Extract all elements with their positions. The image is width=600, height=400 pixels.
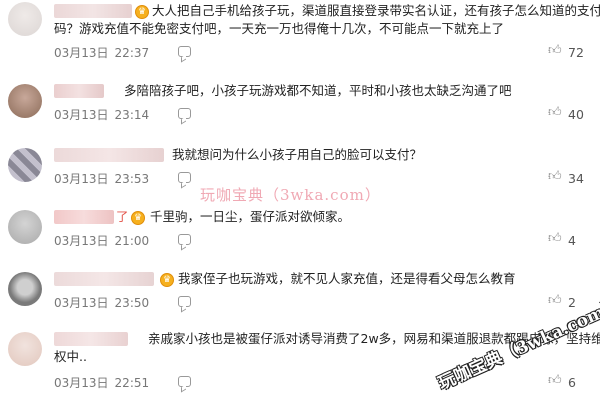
avatar[interactable]: [8, 332, 42, 366]
reply-icon[interactable]: [178, 376, 191, 387]
reply-icon[interactable]: [178, 296, 191, 307]
comment-date: 03月13日 23:53: [54, 172, 150, 186]
like-count: 4: [568, 233, 576, 248]
avatar[interactable]: [8, 272, 42, 306]
comment-feed: ♛ 大人把自己手机给孩子玩，渠道服直接登录带实名认证，还有孩子怎么知道的支付密 …: [0, 0, 600, 400]
reply-icon[interactable]: [178, 234, 191, 245]
comment-date: 03月13日 23:50: [54, 296, 150, 310]
comment-date: 03月13日 22:51: [54, 376, 150, 390]
username-blurred[interactable]: [54, 210, 114, 224]
comment-date: 03月13日 22:37: [54, 46, 150, 60]
crown-icon: ♛: [135, 5, 149, 19]
comment-text: 千里驹，一日尘，蛋仔派对欲倾家。: [150, 209, 351, 224]
reply-icon[interactable]: [178, 46, 191, 57]
comment-text-continued: 码？游戏充值不能免密支付吧，一天充一万也得俺十几次，不可能点一下就充上了: [54, 21, 505, 36]
avatar[interactable]: [8, 148, 42, 182]
like-count: 72: [568, 45, 584, 60]
username-blurred[interactable]: [54, 148, 164, 162]
thumbs-up-icon[interactable]: 👍︎: [548, 105, 562, 120]
thumbs-up-icon[interactable]: 👍︎: [548, 231, 562, 246]
avatar[interactable]: [8, 2, 42, 36]
comment-text: 多陪陪孩子吧，小孩子玩游戏都不知道，平时和小孩也太缺乏沟通了吧: [124, 83, 512, 98]
comment-text: 大人把自己手机给孩子玩，渠道服直接登录带实名认证，还有孩子怎么知道的支付密: [152, 3, 600, 18]
avatar[interactable]: [8, 84, 42, 118]
thumbs-up-icon[interactable]: 👍︎: [548, 373, 562, 388]
like-count: 40: [568, 107, 584, 122]
thumbs-up-icon[interactable]: 👍︎: [548, 169, 562, 184]
comment-text: 我家侄子也玩游戏，就不见人家充值，还是得看父母怎么教育: [178, 271, 516, 286]
comment-text-continued: 权中..: [54, 349, 87, 364]
like-count: 34: [568, 171, 584, 186]
username-blurred[interactable]: [54, 4, 132, 18]
username-blurred[interactable]: [54, 84, 104, 98]
avatar[interactable]: [8, 210, 42, 244]
reply-icon[interactable]: [178, 108, 191, 119]
comment-date: 03月13日 21:00: [54, 234, 150, 248]
thumbs-up-icon[interactable]: 👍︎: [548, 293, 562, 308]
reply-icon[interactable]: [178, 172, 191, 183]
crown-icon: ♛: [131, 211, 145, 225]
thumbs-up-icon[interactable]: 👍︎: [548, 43, 562, 58]
username-blurred[interactable]: [54, 332, 128, 346]
comment-text: 我就想问为什么小孩子用自己的脸可以支付？: [172, 147, 423, 162]
crown-icon: ♛: [160, 273, 174, 287]
comment-date: 03月13日 23:14: [54, 108, 150, 122]
username-blurred[interactable]: [54, 272, 154, 286]
watermark-center: 玩咖宝典（3wka.com）: [200, 186, 381, 204]
username-suffix: 了: [116, 209, 129, 224]
like-count: 6: [568, 375, 576, 390]
